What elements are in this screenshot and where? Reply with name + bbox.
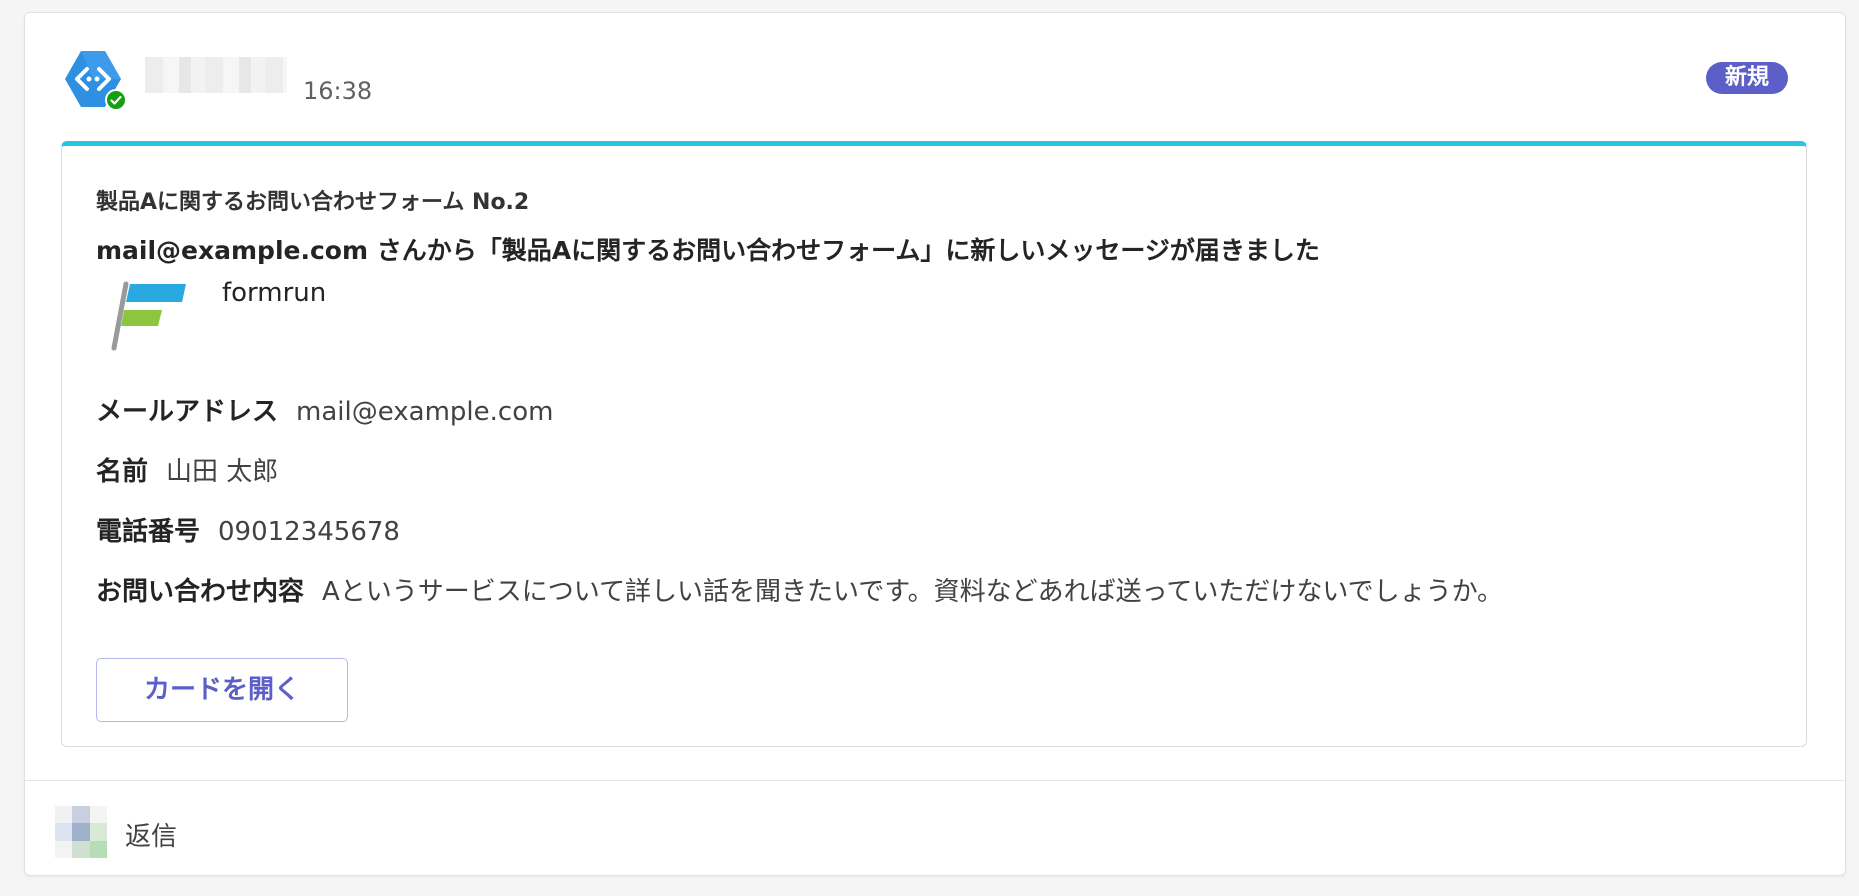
field-label: 名前 xyxy=(96,457,149,487)
card-title: 製品Aに関するお問い合わせフォーム No.2 xyxy=(96,190,530,215)
adaptive-card: 製品Aに関するお問い合わせフォーム No.2 mail@example.com … xyxy=(61,141,1807,747)
field-value: Aというサービスについて詳しい話を聞きたいです。資料などあれば送っていただけない… xyxy=(322,577,1504,607)
presence-available-icon xyxy=(105,89,127,111)
field-email: メールアドレス mail@example.com xyxy=(96,391,553,428)
field-label: 電話番号 xyxy=(96,517,201,547)
message-time: 16:38 xyxy=(303,77,373,105)
field-value: 09012345678 xyxy=(218,517,400,547)
card-subtitle: mail@example.com さんから「製品Aに関するお問い合わせフォーム」… xyxy=(96,236,1320,265)
field-name: 名前 山田 太郎 xyxy=(96,451,278,488)
field-inquiry: お問い合わせ内容 Aというサービスについて詳しい話を聞きたいです。資料などあれば送… xyxy=(96,571,1503,608)
message-post: 16:38 新規 製品Aに関するお問い合わせフォーム No.2 mail@exa… xyxy=(24,12,1846,876)
new-badge: 新規 xyxy=(1706,62,1788,94)
open-card-button[interactable]: カードを開く xyxy=(96,658,348,722)
field-label: メールアドレス xyxy=(96,397,279,427)
sender-name-redacted xyxy=(145,57,287,93)
formrun-logo-icon xyxy=(111,281,186,351)
field-value: mail@example.com xyxy=(296,397,554,427)
field-phone: 電話番号 09012345678 xyxy=(96,511,400,548)
reply-button[interactable]: 返信 xyxy=(125,816,177,853)
field-label: お問い合わせ内容 xyxy=(96,577,305,607)
user-avatar-redacted xyxy=(55,806,107,858)
app-name: formrun xyxy=(222,278,327,308)
reply-divider xyxy=(25,780,1845,781)
field-value: 山田 太郎 xyxy=(166,457,279,487)
